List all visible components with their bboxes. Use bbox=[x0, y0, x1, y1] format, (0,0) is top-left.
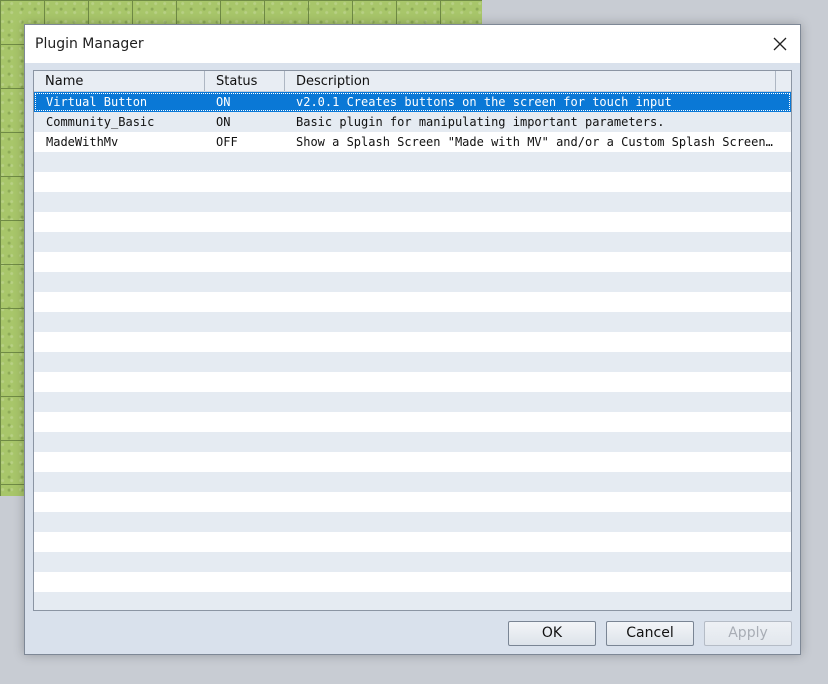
column-header-description[interactable]: Description bbox=[285, 71, 776, 91]
plugin-status-cell: OFF bbox=[216, 135, 238, 149]
column-header-name[interactable]: Name bbox=[34, 71, 205, 91]
list-rows: Virtual Button ON v2.0.1 Creates buttons o… bbox=[34, 92, 791, 610]
column-header-status[interactable]: Status bbox=[205, 71, 285, 91]
plugin-name-cell: Community_Basic bbox=[46, 115, 155, 129]
plugin-description-cell: Basic plugin for manipulating important … bbox=[296, 115, 665, 129]
column-header-filler bbox=[776, 71, 791, 91]
table-row[interactable]: MadeWithMv OFF Show a Splash Screen "Made … bbox=[34, 132, 791, 152]
table-row[interactable]: Virtual Button ON v2.0.1 Creates buttons o… bbox=[34, 92, 791, 112]
plugin-description-cell: Show a Splash Screen "Made with MV" and/… bbox=[296, 135, 774, 149]
plugin-name-cell: Virtual Button bbox=[46, 95, 148, 109]
plugin-status-cell: ON bbox=[216, 115, 231, 129]
list-header: Name Status Description bbox=[34, 71, 791, 92]
close-button[interactable] bbox=[768, 32, 792, 56]
plugin-description-cell: v2.0.1 Creates buttons on the screen for… bbox=[296, 95, 672, 109]
title-bar: Plugin Manager bbox=[25, 25, 800, 63]
close-icon bbox=[773, 37, 787, 51]
table-row[interactable]: Community_Basic ON Basic plugin for manipu… bbox=[34, 112, 791, 132]
cancel-button[interactable]: Cancel bbox=[606, 621, 694, 646]
plugin-status-cell: ON bbox=[216, 95, 231, 109]
apply-button[interactable]: Apply bbox=[704, 621, 792, 646]
ok-button[interactable]: OK bbox=[508, 621, 596, 646]
window-title: Plugin Manager bbox=[35, 36, 144, 52]
plugin-name-cell: MadeWithMv bbox=[46, 135, 119, 149]
plugin-list[interactable]: Name Status Description Virtual Button ON… bbox=[33, 70, 792, 611]
plugin-manager-dialog: Plugin Manager Name Status Description V… bbox=[24, 24, 801, 655]
